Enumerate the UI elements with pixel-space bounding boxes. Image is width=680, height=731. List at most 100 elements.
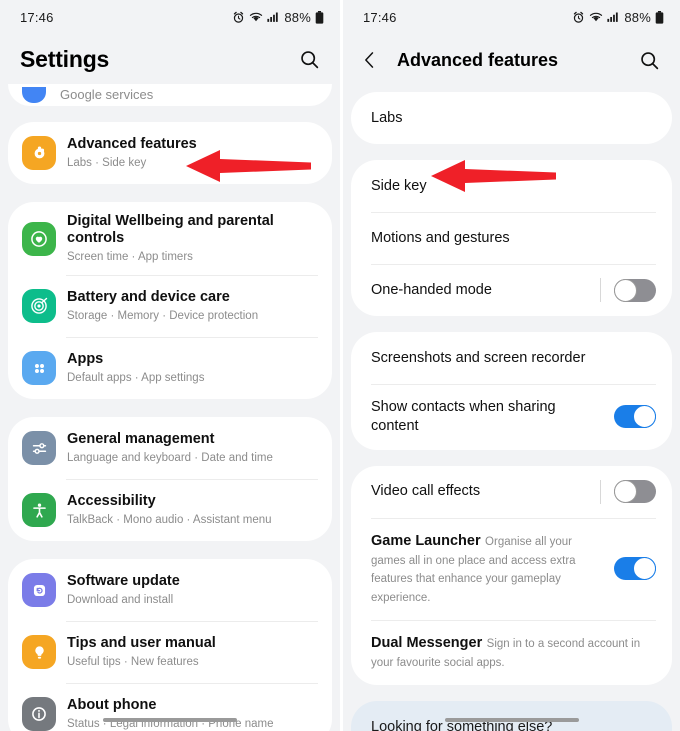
list-item-about-phone[interactable]: About phone Status · Legal information ·… bbox=[8, 683, 332, 731]
toggle-video-call-effects[interactable] bbox=[614, 480, 656, 504]
search-icon[interactable] bbox=[296, 46, 322, 72]
alarm-icon bbox=[232, 11, 245, 24]
list-item-motions-gestures[interactable]: Motions and gestures bbox=[351, 212, 672, 264]
list-item-text: General management Language and keyboard… bbox=[67, 431, 273, 465]
digital-wellbeing-icon bbox=[22, 221, 56, 256]
settings-header: Settings bbox=[0, 34, 340, 84]
settings-card-google: Google services bbox=[8, 84, 332, 106]
status-icons: 88% bbox=[572, 10, 664, 25]
toggle-wrap bbox=[614, 557, 656, 581]
toggle-divider bbox=[600, 278, 601, 302]
list-item-text: Game Launcher Organise all your games al… bbox=[371, 532, 599, 606]
advanced-features-scroll-area[interactable]: Labs Side key Motions and gestures One-h… bbox=[343, 92, 680, 731]
list-item-subtitle: Default apps · App settings bbox=[67, 371, 205, 384]
suggestion-card: Looking for something else? Floating not… bbox=[351, 701, 672, 731]
toggle-knob bbox=[614, 278, 637, 302]
toggle-show-contacts[interactable] bbox=[614, 405, 656, 429]
list-item-title: Screenshots and screen recorder bbox=[371, 349, 586, 366]
left-phone-screen: 17:46 88% Settings Google services Advan… bbox=[0, 0, 340, 731]
list-item-side-key[interactable]: Side key bbox=[351, 160, 672, 212]
list-item-title: Game Launcher bbox=[371, 532, 481, 549]
alarm-icon bbox=[572, 11, 585, 24]
list-item-show-contacts[interactable]: Show contacts when sharing content bbox=[351, 384, 672, 450]
signal-icon bbox=[607, 11, 619, 23]
status-icons: 88% bbox=[232, 10, 324, 25]
settings-card-system: General management Language and keyboard… bbox=[8, 417, 332, 542]
list-item-general-management[interactable]: General management Language and keyboard… bbox=[8, 417, 332, 479]
list-item-video-call-effects[interactable]: Video call effects bbox=[351, 466, 672, 518]
list-item-one-handed-mode[interactable]: One-handed mode bbox=[351, 264, 672, 316]
dual-screenshot-container: 17:46 88% Settings Google services Advan… bbox=[0, 0, 680, 731]
battery-care-icon bbox=[22, 289, 56, 324]
list-item-text: Side key bbox=[371, 177, 435, 196]
status-bar-left: 17:46 88% bbox=[0, 0, 340, 34]
toggle-knob bbox=[633, 405, 656, 429]
settings-scroll-area[interactable]: Google services Advanced features Labs ·… bbox=[0, 84, 340, 731]
list-item-google-services[interactable]: Google services bbox=[8, 84, 332, 106]
status-time: 17:46 bbox=[363, 9, 397, 25]
advanced-features-icon bbox=[22, 136, 56, 170]
page-title: Advanced features bbox=[397, 49, 559, 70]
list-item-software-update[interactable]: Software update Download and install bbox=[8, 559, 332, 621]
list-item-title: Battery and device care bbox=[67, 289, 230, 306]
toggle-knob bbox=[633, 557, 656, 581]
list-item-subtitle: Useful tips · New features bbox=[67, 655, 199, 668]
battery-percent-label: 88% bbox=[284, 9, 311, 25]
list-item-text: One-handed mode bbox=[371, 281, 500, 300]
software-update-icon bbox=[22, 573, 56, 608]
list-item-accessibility[interactable]: Accessibility TalkBack · Mono audio · As… bbox=[8, 479, 332, 541]
list-item-tips[interactable]: Tips and user manual Useful tips · New f… bbox=[8, 621, 332, 683]
list-item-dual-messenger[interactable]: Dual Messenger Sign in to a second accou… bbox=[351, 620, 672, 685]
list-item-title: About phone bbox=[67, 697, 157, 714]
toggle-wrap bbox=[600, 479, 656, 504]
home-bar bbox=[444, 718, 579, 722]
battery-icon bbox=[315, 10, 324, 24]
list-item-title: Software update bbox=[67, 573, 180, 590]
general-management-icon bbox=[22, 431, 56, 466]
list-item-title: Motions and gestures bbox=[371, 229, 510, 246]
list-item-apps[interactable]: Apps Default apps · App settings bbox=[8, 337, 332, 399]
list-item-title: One-handed mode bbox=[371, 281, 492, 298]
list-item-text: Show contacts when sharing content bbox=[371, 398, 586, 436]
list-item-advanced-features[interactable]: Advanced features Labs · Side key bbox=[8, 122, 332, 184]
list-item-title: Advanced features bbox=[67, 136, 197, 153]
settings-card-info: Software update Download and install Tip… bbox=[8, 559, 332, 731]
list-item-text: Dual Messenger Sign in to a second accou… bbox=[371, 634, 656, 671]
wifi-icon bbox=[589, 11, 603, 23]
features-card-screenshots: Screenshots and screen recorder Show con… bbox=[351, 332, 672, 450]
list-item-title: Labs bbox=[371, 109, 403, 126]
list-item-text: Tips and user manual Useful tips · New f… bbox=[67, 635, 216, 669]
toggle-wrap bbox=[614, 405, 656, 429]
home-bar bbox=[103, 718, 237, 722]
list-item-text: Software update Download and install bbox=[67, 573, 180, 607]
list-item-title: Dual Messenger bbox=[371, 635, 483, 652]
list-item-text: Accessibility TalkBack · Mono audio · As… bbox=[67, 493, 272, 527]
list-item-screenshots-recorder[interactable]: Screenshots and screen recorder bbox=[351, 332, 672, 384]
apps-icon bbox=[22, 351, 56, 386]
toggle-wrap bbox=[600, 278, 656, 302]
list-item-text: Advanced features Labs · Side key bbox=[67, 136, 197, 170]
google-services-icon bbox=[22, 87, 46, 103]
list-item-text: Battery and device care Storage · Memory… bbox=[67, 289, 258, 323]
toggle-one-handed-mode[interactable] bbox=[614, 278, 656, 302]
accessibility-icon bbox=[22, 493, 56, 528]
list-item-labs[interactable]: Labs bbox=[351, 92, 672, 144]
list-item-game-launcher[interactable]: Game Launcher Organise all your games al… bbox=[351, 517, 672, 620]
toggle-game-launcher[interactable] bbox=[614, 557, 656, 581]
list-item-subtitle: Download and install bbox=[67, 593, 174, 606]
list-item-title: Tips and user manual bbox=[67, 635, 216, 652]
list-item-text: Digital Wellbeing and parental controls … bbox=[67, 213, 318, 264]
list-item-digital-wellbeing[interactable]: Digital Wellbeing and parental controls … bbox=[8, 202, 332, 275]
page-title: Settings bbox=[20, 45, 110, 72]
search-icon[interactable] bbox=[636, 47, 662, 73]
list-item-text: About phone Status · Legal information ·… bbox=[67, 697, 273, 731]
list-item-subtitle: Language and keyboard · Date and time bbox=[67, 451, 273, 464]
back-chevron-icon[interactable] bbox=[357, 47, 383, 73]
list-item-subtitle: Labs · Side key bbox=[67, 156, 147, 169]
list-item-battery-device-care[interactable]: Battery and device care Storage · Memory… bbox=[8, 275, 332, 337]
wifi-icon bbox=[249, 11, 263, 23]
list-item-title: Digital Wellbeing and parental controls bbox=[67, 213, 274, 247]
battery-icon bbox=[655, 10, 664, 24]
features-card-labs: Labs bbox=[351, 92, 672, 144]
battery-percent-label: 88% bbox=[624, 9, 651, 25]
